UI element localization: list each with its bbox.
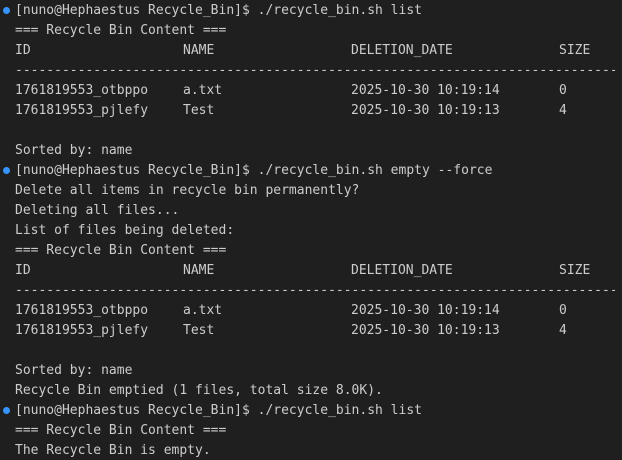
table-cell: 2025-10-30 10:19:13: [351, 103, 500, 118]
table-cell: 2025-10-30 10:19:14: [351, 303, 500, 318]
output-line: === Recycle Bin Content ===: [15, 23, 227, 38]
table-cell: 1761819553_otbppo: [15, 83, 149, 98]
table-cell: ID: [15, 43, 31, 58]
table-cell: 2025-10-30 10:19:14: [351, 83, 500, 98]
table-cell: 4: [559, 103, 567, 118]
output-line: Delete all items in recycle bin permanen…: [15, 183, 360, 198]
table-cell: 2025-10-30 10:19:13: [351, 323, 500, 338]
circle-icon[interactable]: [3, 167, 10, 174]
table-cell: DELETION_DATE: [351, 43, 453, 58]
command-prompt-line: [nuno@Hephaestus Recycle_Bin]$ ./recycle…: [15, 403, 422, 418]
table-cell: 4: [559, 323, 567, 338]
table-cell: Test: [183, 103, 215, 118]
table-cell: NAME: [183, 263, 215, 278]
table-cell: ID: [15, 263, 31, 278]
table-cell: Test: [183, 323, 215, 338]
circle-icon[interactable]: [3, 407, 10, 414]
table-cell: NAME: [183, 43, 215, 58]
table-cell: SIZE: [559, 263, 591, 278]
output-line: Sorted by: name: [15, 363, 133, 378]
table-separator: ----------------------------------------…: [15, 63, 615, 78]
table-row: 1761819553_pjlefy Test 2025-10-30 10:19:13…: [15, 321, 615, 341]
output-line: Recycle Bin emptied (1 files, total size…: [15, 383, 383, 398]
terminal-output[interactable]: [nuno@Hephaestus Recycle_Bin]$ ./recycle…: [0, 0, 622, 460]
table-row: 1761819553_otbppo a.txt 2025-10-30 10:19:1…: [15, 81, 615, 101]
output-line: Sorted by: name: [15, 143, 133, 158]
table-cell: 0: [559, 83, 567, 98]
table-cell: SIZE: [559, 43, 591, 58]
output-line: === Recycle Bin Content ===: [15, 243, 227, 258]
table-row: 1761819553_otbppo a.txt 2025-10-30 10:19:1…: [15, 301, 615, 321]
circle-icon[interactable]: [3, 7, 10, 14]
table-cell: a.txt: [183, 83, 223, 98]
output-line: === Recycle Bin Content ===: [15, 423, 227, 438]
command-prompt-line: [nuno@Hephaestus Recycle_Bin]$ ./recycle…: [15, 3, 422, 18]
table-cell: a.txt: [183, 303, 223, 318]
table-row: ID NAME DELETION_DATE SIZE: [15, 41, 615, 61]
table-row: 1761819553_pjlefy Test 2025-10-30 10:19:13…: [15, 101, 615, 121]
table-cell: 0: [559, 303, 567, 318]
table-cell: 1761819553_pjlefy: [15, 323, 149, 338]
table-cell: DELETION_DATE: [351, 263, 453, 278]
table-separator: ----------------------------------------…: [15, 283, 615, 298]
table-cell: 1761819553_otbppo: [15, 303, 149, 318]
output-line: Deleting all files...: [15, 203, 180, 218]
output-line: List of files being deleted:: [15, 223, 235, 238]
table-cell: 1761819553_pjlefy: [15, 103, 149, 118]
command-prompt-line: [nuno@Hephaestus Recycle_Bin]$ ./recycle…: [15, 163, 493, 178]
output-line: The Recycle Bin is empty.: [15, 443, 211, 458]
table-row: ID NAME DELETION_DATE SIZE: [15, 261, 615, 281]
